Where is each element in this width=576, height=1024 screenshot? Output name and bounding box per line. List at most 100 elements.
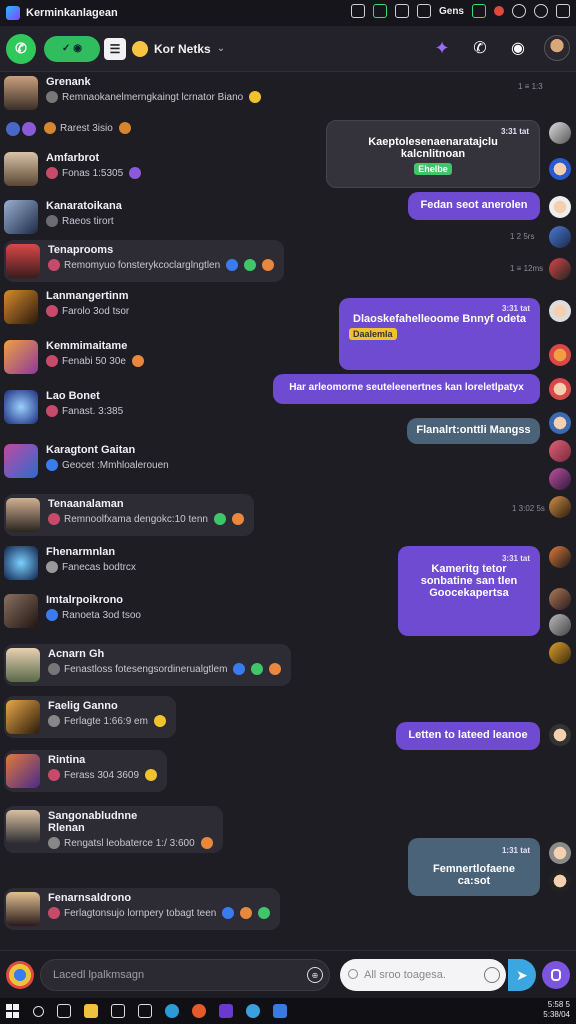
tray-window-icon[interactable] [350, 4, 365, 18]
sparkle-icon[interactable]: ✦ [430, 36, 454, 60]
list-item[interactable]: Rintina Ferass 304 3609 [4, 750, 168, 792]
send-button[interactable]: ➤ [508, 959, 536, 991]
tray-chat-icon[interactable] [512, 4, 526, 18]
list-item[interactable]: Kemmimaitame Fenabi 50 30e [4, 340, 144, 374]
app-icon [6, 6, 20, 20]
message-preview: Farolo 3od tsor [62, 305, 130, 317]
avatar[interactable] [549, 468, 571, 490]
list-item[interactable]: Imtalrpoikrono Ranoeta 3od tsoo [4, 594, 141, 628]
message-bubble[interactable]: Flanalrt:onttli Mangss [407, 418, 540, 444]
avatar[interactable] [549, 546, 571, 568]
avatar[interactable] [549, 122, 571, 144]
attach-icon[interactable]: ⊕ [307, 967, 323, 983]
message-preview: Raeos tirort [62, 215, 114, 227]
list-item[interactable]: Lao Bonet Fanast. 3:385 [4, 390, 123, 424]
message-text: Har arleomorne seuteleenertnes kan lorel… [289, 382, 524, 393]
list-item[interactable]: Tenaanalaman Remnoolfxama dengokc:10 ten… [4, 494, 254, 536]
status-icon [22, 122, 36, 136]
message-bubble[interactable]: 1:31 tat Femnertlofaene ca:sot [408, 838, 540, 896]
emoji-icon [129, 167, 142, 179]
avatar[interactable] [549, 258, 571, 280]
message-bubble[interactable]: Fedan seot anerolen [408, 192, 540, 220]
chat-name[interactable]: Kor Netks [154, 42, 211, 56]
app-icon-purple[interactable] [219, 1004, 233, 1018]
video-call-icon[interactable]: ◉ [506, 36, 530, 60]
avatar[interactable] [549, 614, 571, 636]
list-item[interactable]: Karagtont Gaitan Geocet :Mmhloalerouen [4, 444, 169, 478]
tray-panel-icon[interactable] [416, 4, 431, 18]
app-icon-blue[interactable] [246, 1004, 260, 1018]
avatar[interactable] [549, 344, 571, 366]
tray-close-icon[interactable] [556, 4, 570, 18]
profile-avatar[interactable] [544, 35, 570, 61]
taskbar-search-icon[interactable] [33, 1005, 44, 1017]
avatar[interactable] [549, 724, 571, 746]
chrome-icon[interactable] [192, 1004, 206, 1018]
message-bubble[interactable]: Letten to lateed leanoe [396, 722, 540, 750]
edge-icon[interactable] [165, 1004, 179, 1018]
task-view-icon[interactable] [57, 1004, 71, 1018]
avatar[interactable] [549, 378, 571, 400]
list-item[interactable]: Kanaratoikana Raeos tirort [4, 200, 122, 234]
message-bubble[interactable]: 3:31 tat Kameritg tetor sonbatine san tl… [398, 546, 540, 636]
avatar[interactable] [549, 440, 571, 462]
browser-icon[interactable] [6, 961, 34, 989]
avatar [4, 152, 38, 186]
sender-name: Tenaanalaman [48, 498, 124, 510]
file-explorer-icon[interactable] [84, 1004, 98, 1018]
tray-bookmark-icon[interactable] [394, 4, 409, 18]
message-preview: Remnoolfxama dengokc:10 tenn [64, 513, 208, 525]
list-item[interactable]: Acnarn Gh Fenastloss fotesengsordinerual… [4, 644, 292, 686]
avatar[interactable] [549, 642, 571, 664]
list-item[interactable]: Grenank Remnaokanelmerngkaingt lcrnator … [4, 76, 262, 110]
list-item[interactable]: Sangonabludnne Rlenan Rengatsl leobaterc… [4, 806, 223, 853]
avatar[interactable] [549, 870, 571, 892]
avatar[interactable] [549, 158, 571, 180]
message-preview: Geocet :Mmhloalerouen [62, 459, 169, 471]
search-input[interactable] [340, 959, 506, 991]
microphone-button[interactable] [542, 961, 570, 989]
list-item[interactable]: Fenarnsaldrono Ferlagtonsujo lornpery to… [4, 888, 281, 930]
phone-icon[interactable]: ✆ [468, 36, 492, 60]
avatar[interactable] [549, 300, 571, 322]
avatar [6, 892, 40, 926]
terminal-icon[interactable] [138, 1004, 152, 1018]
chevron-down-icon[interactable]: ⌄ [217, 43, 225, 54]
tray-sync-icon[interactable] [372, 4, 387, 18]
list-item[interactable]: Fhenarmnlan Fanecas bodtrcx [4, 546, 136, 580]
list-item[interactable]: Rarest 3isio [4, 122, 131, 136]
message-bubble[interactable]: 3:31 tat Dlaoskefahelleoome Bnnyf odeta … [339, 298, 540, 370]
tray-label[interactable]: Gens [439, 6, 464, 17]
avatar[interactable] [549, 588, 571, 610]
message-bubble[interactable]: 3:31 tat Kaeptolesenaenaratajclu kalcnli… [326, 120, 540, 188]
avatar[interactable] [549, 226, 571, 248]
emoji-picker-icon[interactable] [484, 967, 500, 983]
list-item[interactable]: Lanmangertinm Farolo 3od tsor [4, 290, 129, 324]
windows-start-icon[interactable] [6, 1004, 20, 1018]
message-input[interactable] [40, 959, 330, 991]
message-list[interactable]: Grenank Remnaokanelmerngkaingt lcrnator … [0, 72, 576, 950]
store-icon[interactable] [111, 1004, 125, 1018]
message-time: 3:31 tat [501, 554, 530, 563]
taskbar-clock[interactable]: 5:58 5 5:38/04 [543, 1000, 570, 1020]
bell-icon [44, 122, 56, 134]
message-bubble[interactable]: Har arleomorne seuteleenertnes kan lorel… [273, 374, 540, 404]
message-preview: Fanast. 3:385 [62, 405, 124, 417]
tray-notification-icon[interactable] [494, 6, 504, 16]
avatar[interactable] [549, 842, 571, 864]
avatar[interactable] [549, 412, 571, 434]
list-item[interactable]: Faelig Ganno Ferlagte 1:66:9 em [4, 696, 176, 738]
tray-browser-icon[interactable] [534, 4, 548, 18]
avatar[interactable] [549, 196, 571, 218]
reply-icon [48, 259, 60, 271]
app-logo-icon[interactable]: ✆ [6, 33, 36, 64]
tray-shield-icon[interactable] [472, 4, 486, 18]
app-icon-pin[interactable] [273, 1004, 287, 1018]
status-toggle[interactable]: ✓ ◉ [44, 35, 100, 62]
list-item[interactable]: Tenaprooms Remomyuo fonsterykcoclarglngt… [4, 240, 285, 282]
list-item[interactable]: Amfarbrot Fonas 1:5305 [4, 152, 142, 186]
sender-name: Tenaprooms [48, 244, 114, 256]
timestamp: 1 ≡ 1:3 [518, 82, 543, 91]
menu-button[interactable]: ☰ [104, 37, 126, 60]
avatar[interactable] [549, 496, 571, 518]
